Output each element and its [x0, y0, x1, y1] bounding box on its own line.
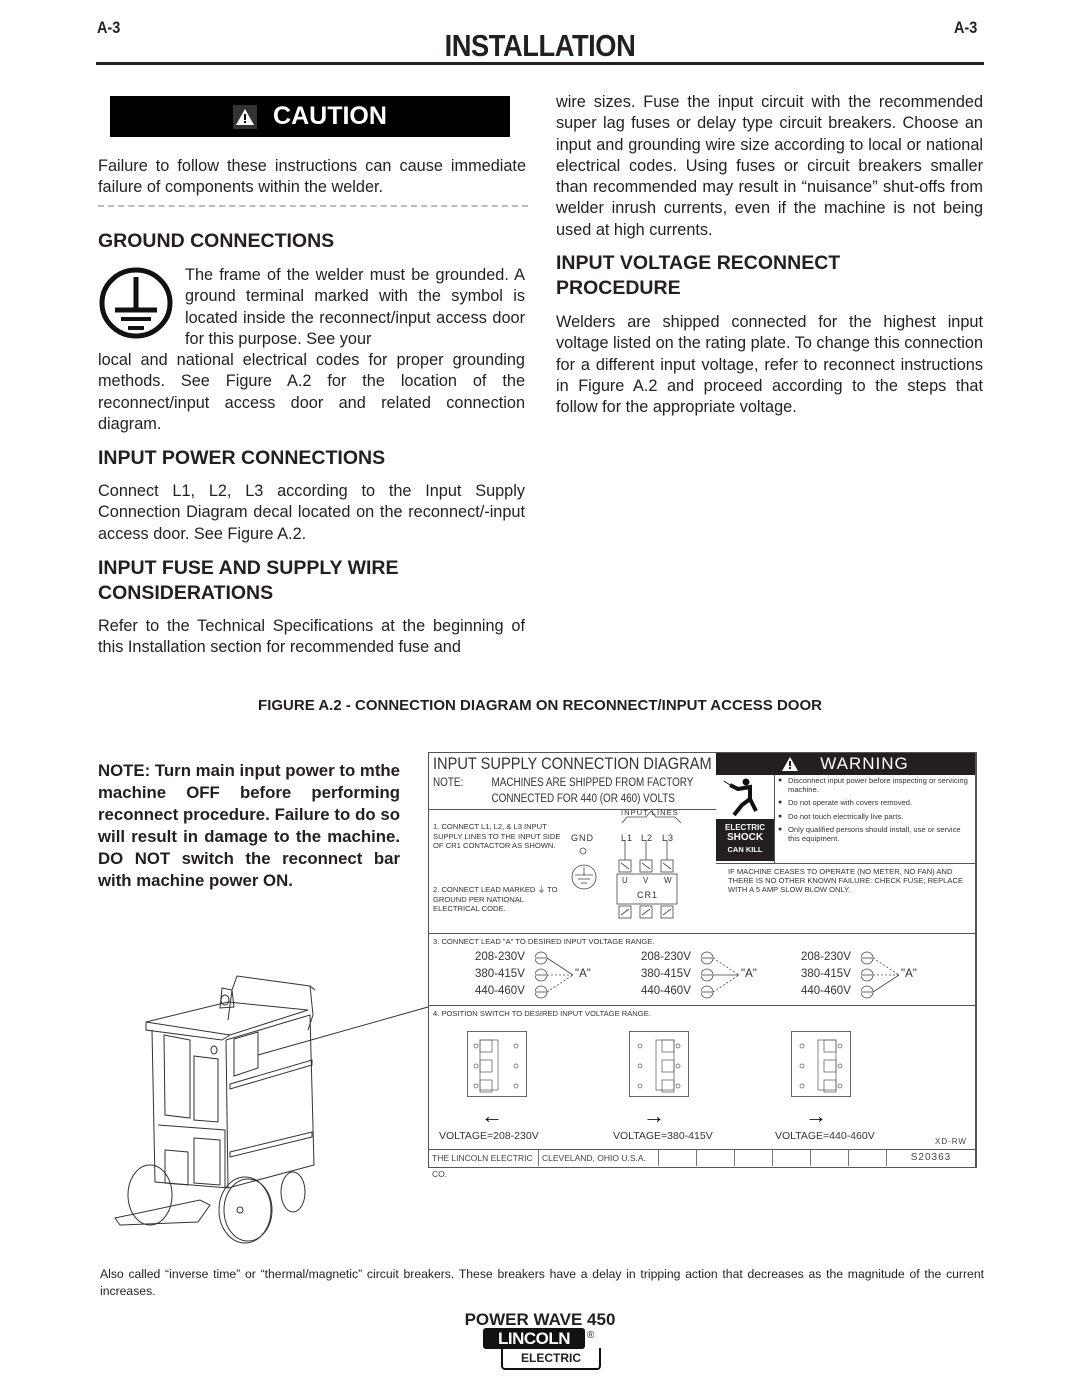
contactor-schematic: INPUT LINES GND L1 L2 L3 U V W CR1 — [569, 808, 714, 933]
lead-option-440: 208-230V 380-415V 440-460V — [801, 949, 851, 1000]
input-power-text: Connect L1, L2, L3 according to the Inpu… — [98, 482, 525, 543]
ground-text-wrapped: The frame of the welder must be grounded… — [185, 266, 525, 348]
decal-factory-note: NOTE: MACHINES ARE SHIPPED FROM FACTORY C… — [433, 775, 693, 807]
decal-divider — [429, 933, 975, 934]
switch-label-208: VOLTAGE=208-230V — [439, 1130, 539, 1142]
arrow-left-icon: ← — [481, 1103, 503, 1128]
input-lines-label: INPUT LINES — [621, 808, 679, 817]
line-label-l2: L2 — [641, 833, 654, 843]
input-fuse-text-continued: wire sizes. Fuse the input circuit with … — [556, 93, 983, 239]
input-fuse-text: Refer to the Technical Specifications at… — [98, 617, 525, 657]
decal-step-1: 1. CONNECT L1, L2, & L3 INPUT SUPPLY LIN… — [433, 822, 561, 851]
gnd-label: GND — [571, 833, 594, 843]
warning-item: Only qualified persons should install, u… — [776, 826, 972, 843]
welder-machine-illustration — [110, 960, 440, 1250]
reconnect-switch-208 — [467, 1031, 527, 1097]
drawing-code: XD-RW — [935, 1137, 967, 1146]
switch-label-440: VOLTAGE=440-460V — [775, 1130, 875, 1142]
voltage-range: 380-415V — [475, 968, 525, 980]
warning-item: Do not operate with covers removed. — [776, 799, 972, 808]
warning-label: WARNING ELECTRIC SHOCK CAN KILL Disconne… — [716, 753, 975, 899]
warning-triangle-icon — [233, 104, 258, 129]
lead-a-connection-options: 208-230V 380-415V 440-460V "A" 208-230V … — [475, 949, 975, 1001]
warning-item: Disconnect input power before inspecting… — [776, 776, 972, 794]
terminal-u: U — [622, 876, 628, 885]
warning-fuse-note: IF MACHINE CEASES TO OPERATE (NO METER, … — [716, 863, 975, 894]
lead-a-label: "A" — [901, 968, 917, 980]
registered-mark: ® — [587, 1330, 595, 1341]
section-title: INSTALLATION — [444, 28, 636, 63]
electric-shock-label: ELECTRIC SHOCK CAN KILL — [716, 819, 774, 861]
decal-step-4: 4. POSITION SWITCH TO DESIRED INPUT VOLT… — [433, 1009, 651, 1018]
warning-item: Do not touch electrically live parts. — [776, 812, 972, 822]
decal-note-line2: CONNECTED FOR 440 (OR 460) VOLTS — [491, 793, 675, 805]
voltage-range: 208-230V — [475, 951, 525, 963]
ground-text: local and national electrical codes for … — [98, 351, 525, 433]
lincoln-electric-logo: LINCOLN ® ELECTRIC — [483, 1328, 601, 1370]
reconnect-text: Welders are shipped connected for the hi… — [556, 313, 983, 417]
decal-divider — [429, 1005, 975, 1006]
decal-note-label: NOTE: — [433, 777, 464, 789]
warning-side-line3: CAN KILL — [727, 845, 763, 854]
part-number: S20363 — [910, 1152, 952, 1163]
decal-step-3: 3. CONNECT LEAD "A" TO DESIRED INPUT VOL… — [433, 937, 655, 946]
voltage-range: 440-460V — [475, 985, 525, 997]
caution-text: Failure to follow these instructions can… — [98, 157, 526, 197]
contactor-label: CR1 — [637, 890, 659, 900]
protective-earth-ground-icon — [98, 267, 178, 339]
arrow-right-icon: → — [805, 1103, 827, 1128]
input-fuse-heading: INPUT FUSE AND SUPPLY WIRE CONSIDERATION… — [98, 557, 399, 604]
electric-shock-icon — [716, 775, 774, 819]
reconnect-heading: INPUT VOLTAGE RECONNECT PROCEDURE — [556, 252, 841, 299]
warning-header: WARNING — [716, 753, 975, 775]
reconnect-switch-440 — [791, 1031, 851, 1097]
warning-triangle-icon — [782, 757, 799, 771]
terminal-v: V — [643, 876, 649, 885]
switch-label-380: VOLTAGE=380-415V — [613, 1130, 713, 1142]
ground-connections-heading: GROUND CONNECTIONS — [98, 230, 335, 252]
warning-divider — [774, 775, 775, 863]
voltage-range: 380-415V — [641, 968, 691, 980]
warning-list: Disconnect input power before inspecting… — [776, 776, 972, 849]
arrow-right-icon: → — [643, 1103, 665, 1128]
input-power-heading: INPUT POWER CONNECTIONS — [98, 447, 386, 469]
line-label-l1: L1 — [621, 833, 634, 843]
lead-option-380: 208-230V 380-415V 440-460V — [641, 949, 691, 1000]
decal-title-block: THE LINCOLN ELECTRIC CO. CLEVELAND, OHIO… — [429, 1149, 975, 1179]
line-label-l3: L3 — [662, 833, 675, 843]
voltage-range: 380-415V — [801, 968, 851, 980]
decal-note-line1: MACHINES ARE SHIPPED FROM FACTORY — [491, 777, 694, 789]
warning-side-line2: SHOCK — [726, 832, 764, 843]
caution-label: CAUTION — [273, 102, 387, 130]
decal-step-2: 2. CONNECT LEAD MARKED ⏚ TO GROUND PER N… — [433, 885, 558, 914]
dashed-divider — [98, 205, 528, 207]
logo-electric: ELECTRIC — [501, 1348, 601, 1370]
voltage-range: 208-230V — [801, 951, 851, 963]
logo-lincoln: LINCOLN — [483, 1328, 585, 1349]
lead-a-label: "A" — [741, 968, 757, 980]
figure-note: NOTE: Turn main input power to mthe mach… — [98, 761, 400, 890]
figure-caption: FIGURE A.2 - CONNECTION DIAGRAM ON RECON… — [258, 697, 822, 714]
voltage-range: 440-460V — [801, 985, 851, 997]
decal-title: INPUT SUPPLY CONNECTION DIAGRAM — [433, 754, 712, 773]
warning-title: WARNING — [820, 754, 909, 773]
caution-banner: CAUTION — [110, 96, 510, 137]
footnote: Also called “inverse time” or “thermal/m… — [100, 1267, 984, 1298]
company-city: CLEVELAND, OHIO U.S.A. — [539, 1150, 659, 1166]
company-name: THE LINCOLN ELECTRIC CO. — [429, 1150, 539, 1179]
reconnect-switch-380 — [629, 1031, 689, 1097]
product-name: POWER WAVE 450 — [464, 1310, 616, 1329]
voltage-range: 208-230V — [641, 951, 691, 963]
terminal-w: W — [664, 876, 672, 885]
voltage-range: 440-460V — [641, 985, 691, 997]
header-rule — [96, 62, 984, 65]
lead-option-208: 208-230V 380-415V 440-460V — [475, 949, 525, 1000]
lead-a-label: "A" — [575, 968, 591, 980]
input-supply-connection-decal: INPUT SUPPLY CONNECTION DIAGRAM NOTE: MAC… — [428, 752, 977, 1179]
warning-side-line1: ELECTRIC — [725, 823, 765, 832]
